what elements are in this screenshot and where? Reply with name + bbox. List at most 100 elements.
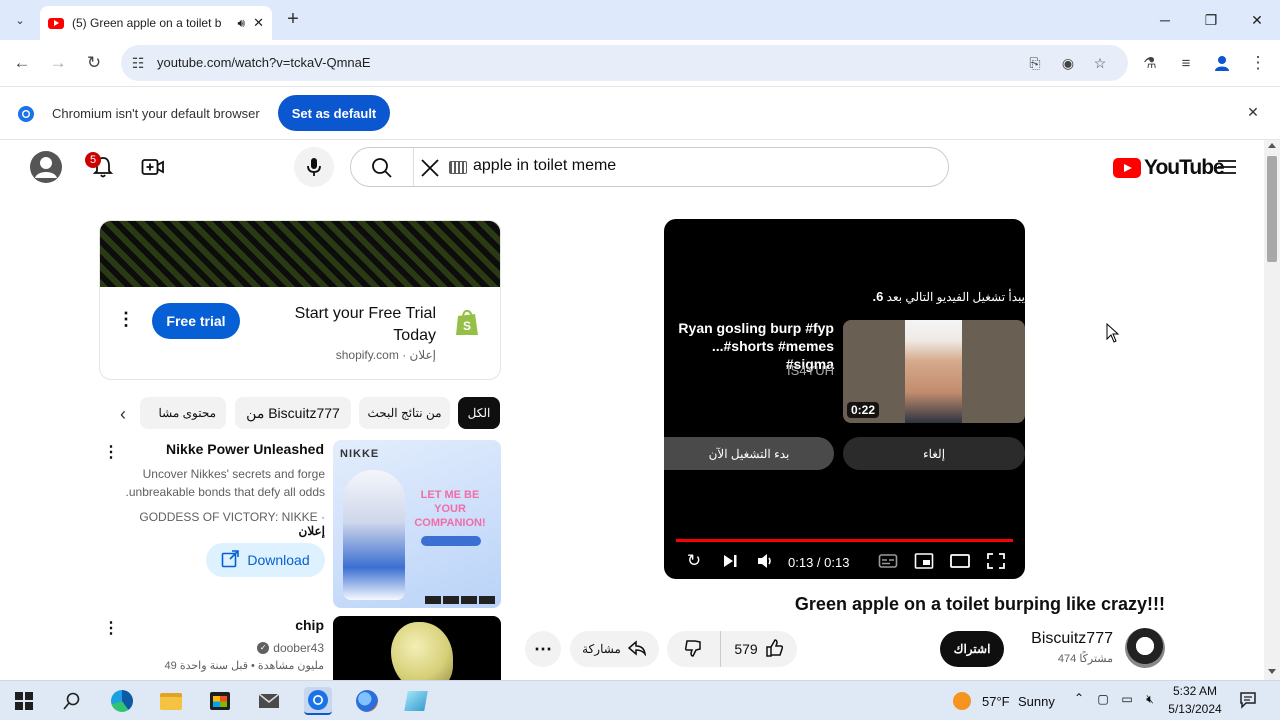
ad-title[interactable]: Start your Free Trial Today xyxy=(280,303,436,347)
video-title[interactable]: chip xyxy=(160,617,324,633)
chip-all[interactable]: الكل xyxy=(458,397,500,429)
forward-icon[interactable]: → xyxy=(46,51,70,75)
progress-bar[interactable] xyxy=(676,539,1013,542)
ad-banner-image[interactable] xyxy=(100,221,500,287)
ad-more-options-icon[interactable]: ⋮ xyxy=(116,309,136,333)
channel-avatar[interactable] xyxy=(1125,628,1165,668)
mail-icon[interactable] xyxy=(255,687,283,715)
tray-volume-muted-icon[interactable]: 🔇︎ xyxy=(1141,692,1159,708)
chip-from-search[interactable]: من نتائج البحث xyxy=(359,397,450,429)
theater-mode-icon[interactable] xyxy=(950,552,970,570)
scroll-thumb[interactable] xyxy=(1267,156,1277,262)
tracking-eye-icon[interactable]: ◉ xyxy=(1059,54,1077,72)
thumbnail-button-shape xyxy=(421,536,481,546)
keyboard-icon[interactable] xyxy=(449,161,467,174)
download-button[interactable]: Download xyxy=(206,543,325,577)
speaker-icon[interactable]: 🔊︎ xyxy=(238,16,246,31)
window-close-icon[interactable]: ✕ xyxy=(1245,8,1269,32)
channel-name[interactable]: Biscuitz777 xyxy=(1012,630,1113,648)
new-tab-icon[interactable]: + xyxy=(282,8,304,30)
profile-icon[interactable] xyxy=(1210,51,1234,75)
weather-sun-icon[interactable] xyxy=(953,692,971,710)
notification-center-icon[interactable] xyxy=(1239,691,1257,709)
subscribe-button[interactable]: اشتراك xyxy=(940,631,1004,667)
firefox-icon[interactable] xyxy=(353,687,381,715)
search-input[interactable] xyxy=(473,157,933,175)
miniplayer-icon[interactable] xyxy=(914,552,934,570)
scroll-up-arrow-icon[interactable] xyxy=(1268,143,1276,148)
app-cube-icon[interactable] xyxy=(402,687,430,715)
address-bar[interactable]: ☷ youtube.com/watch?v=tckaV-QmnaE ⎘ ◉ ☆ xyxy=(121,45,1128,81)
free-trial-button[interactable]: Free trial xyxy=(152,303,240,339)
video-more-options-icon[interactable]: ⋮ xyxy=(101,618,121,638)
set-default-button[interactable]: Set as default xyxy=(278,95,390,131)
video-player[interactable]: يبدأ تشغيل الفيديو التالي بعد 6. Ryan go… xyxy=(664,219,1025,579)
fullscreen-icon[interactable] xyxy=(986,552,1006,570)
video-thumbnail[interactable] xyxy=(333,616,501,680)
dislike-button[interactable] xyxy=(667,631,721,667)
video-more-options-icon[interactable]: ⋮ xyxy=(101,442,121,462)
edge-browser-icon[interactable] xyxy=(108,687,136,715)
video-thumbnail[interactable]: NIKKE LET ME BE YOUR COMPANION! xyxy=(333,440,501,608)
search-icon[interactable] xyxy=(371,157,393,179)
chip-from-channel[interactable]: من Biscuitz777 xyxy=(235,397,351,429)
video-desc-line1: Uncover Nikkes' secrets and forge xyxy=(142,467,325,481)
account-avatar-icon[interactable] xyxy=(30,151,62,183)
media-queue-icon[interactable]: ≡ xyxy=(1174,51,1198,75)
labs-flask-icon[interactable]: ⚗ xyxy=(1138,51,1162,75)
back-icon[interactable]: ← xyxy=(10,51,34,75)
svg-text:S: S xyxy=(463,319,471,333)
thumbs-up-icon xyxy=(764,638,784,661)
video-channel: GODDESS OF VICTORY: NIKKE xyxy=(139,510,318,524)
volume-icon[interactable] xyxy=(756,551,776,571)
chip-more-content[interactable]: محتوى مشا xyxy=(140,397,226,429)
tray-display-icon[interactable]: ▭ xyxy=(1119,692,1135,708)
video-channel-line[interactable]: ✓ doober43 xyxy=(150,641,324,655)
search-box[interactable] xyxy=(350,147,949,187)
scroll-down-arrow-icon[interactable] xyxy=(1268,669,1276,674)
default-browser-infobar: Chromium isn't your default browser Set … xyxy=(0,86,1280,140)
ad-domain-line: shopify.com · إعلان xyxy=(335,348,436,362)
taskbar-search-icon[interactable] xyxy=(58,687,86,715)
tab-close-icon[interactable]: ✕ xyxy=(253,15,264,31)
ad-card[interactable]: ⋮ Free trial Start your Free Trial Today… xyxy=(99,220,501,380)
notifications-bell-icon[interactable]: 5 xyxy=(85,152,115,180)
tray-network-icon[interactable]: ▢ xyxy=(1096,692,1110,708)
infobar-close-icon[interactable]: ✕ xyxy=(1244,104,1262,122)
menu-kebab-icon[interactable]: ⋮ xyxy=(1246,51,1270,75)
minimize-icon[interactable]: ─ xyxy=(1153,8,1177,32)
reload-icon[interactable]: ↻ xyxy=(82,51,106,75)
browser-tab[interactable]: (5) Green apple on a toilet b 🔊︎ ✕ xyxy=(40,6,272,40)
tray-chevron-icon[interactable]: ⌃ xyxy=(1072,691,1086,705)
tab-search-icon[interactable]: ⌄ xyxy=(10,10,30,30)
clock-time[interactable]: 5:32 AM xyxy=(1160,684,1230,698)
bookmark-star-icon[interactable]: ☆ xyxy=(1091,54,1109,72)
video-title[interactable]: Nikke Power Unleashed xyxy=(130,441,324,457)
clock-date[interactable]: 5/13/2024 xyxy=(1160,702,1230,716)
store-bag-icon[interactable] xyxy=(206,687,234,715)
install-app-icon[interactable]: ⎘ xyxy=(1026,54,1044,72)
next-video-thumbnail[interactable]: 0:22 xyxy=(843,320,1025,423)
voice-search-mic-icon[interactable] xyxy=(294,147,334,187)
hamburger-menu-icon[interactable] xyxy=(1217,158,1237,176)
page-scrollbar[interactable] xyxy=(1264,140,1280,680)
restore-icon[interactable]: ❐ xyxy=(1199,8,1223,32)
chips-prev-icon[interactable]: ‹ xyxy=(114,404,132,424)
more-horizontal-icon: ⋯ xyxy=(534,638,552,659)
chip-image xyxy=(391,622,453,680)
create-video-icon[interactable] xyxy=(141,156,165,178)
more-actions-button[interactable]: ⋯ xyxy=(525,631,561,667)
next-track-icon[interactable] xyxy=(720,551,740,571)
play-now-button[interactable]: بدء التشغيل الآن xyxy=(664,437,834,470)
cancel-autoplay-button[interactable]: إلغاء xyxy=(843,437,1025,470)
youtube-logo[interactable]: YouTube xyxy=(1113,156,1225,179)
replay-icon[interactable]: ↻ xyxy=(684,551,704,571)
site-info-icon[interactable]: ☷ xyxy=(129,54,147,72)
chromium-taskbar-icon[interactable] xyxy=(304,687,332,715)
like-button[interactable]: 579 xyxy=(721,631,797,667)
share-button[interactable]: مشاركة xyxy=(570,631,659,667)
windows-start-icon[interactable] xyxy=(10,687,38,715)
clear-search-icon[interactable] xyxy=(419,157,441,179)
file-explorer-icon[interactable] xyxy=(157,687,185,715)
captions-icon[interactable] xyxy=(878,552,898,570)
